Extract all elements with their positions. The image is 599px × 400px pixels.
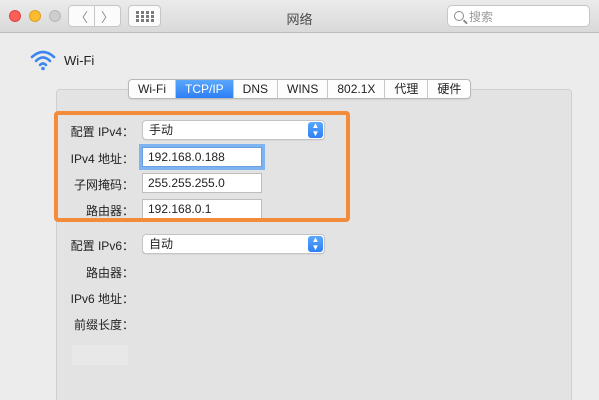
panel-decoration [72,345,128,365]
title-bar: 〈 〉 网络 搜索 [0,0,599,33]
tab-wins[interactable]: WINS [277,80,327,98]
tab-hardware[interactable]: 硬件 [427,80,470,98]
interface-name: Wi-Fi [64,53,95,68]
wifi-icon [30,50,56,71]
tab-proxy[interactable]: 代理 [384,80,427,98]
tab-tcpip[interactable]: TCP/IP [174,80,233,98]
search-icon [454,11,464,21]
tab-bar: Wi-Fi TCP/IP DNS WINS 802.1X 代理 硬件 [128,79,472,99]
configure-ipv6-select[interactable]: 自动 ▲ ▼ [142,234,325,254]
tab-8021x[interactable]: 802.1X [327,80,384,98]
tab-dns[interactable]: DNS [232,80,277,98]
configure-ipv6-label: 配置 IPv6： [70,239,134,253]
tab-wifi[interactable]: Wi-Fi [129,80,175,98]
ipv6-address-label: IPv6 地址： [70,292,134,306]
updown-arrow-icon: ▲ ▼ [308,236,323,252]
ipv6-router-label: 路由器： [85,266,134,280]
search-placeholder: 搜索 [469,9,494,24]
search-field[interactable]: 搜索 [447,5,590,27]
prefix-length-label: 前缀长度： [73,318,134,332]
configure-ipv6-value: 自动 [149,237,174,251]
highlight-box [54,111,350,222]
